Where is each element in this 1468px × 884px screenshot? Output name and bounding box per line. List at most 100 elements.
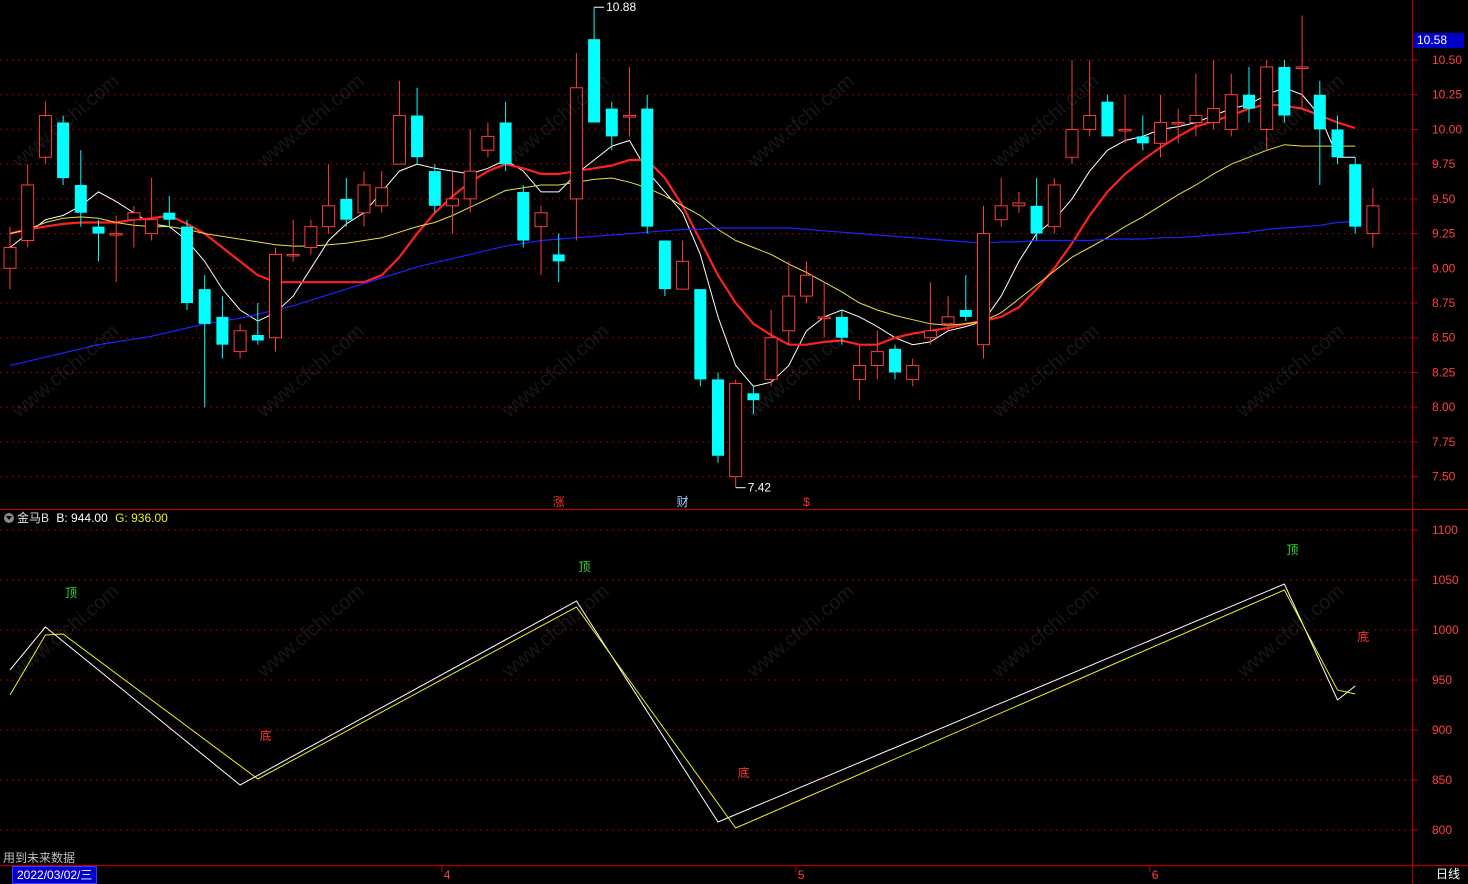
event-mark: 涨 [553, 494, 565, 509]
candle-body-down [251, 334, 264, 341]
candle [411, 87, 424, 165]
candle [269, 247, 282, 352]
candle-body-up [446, 198, 459, 207]
candle [163, 196, 176, 227]
candle-body-up [127, 212, 141, 221]
candle [428, 164, 441, 213]
ma-line-ma20 [9, 144, 1356, 326]
candle-body-up [764, 337, 778, 380]
candle [216, 296, 229, 359]
candle [1189, 73, 1203, 137]
candle-body-up [1260, 66, 1274, 130]
candle-body-down [1243, 94, 1255, 109]
candle-body-up [1012, 202, 1026, 207]
candle-body-down [1331, 129, 1344, 158]
indicator-line-g [9, 589, 1356, 829]
candle-body-up [392, 115, 406, 165]
candle [481, 122, 495, 158]
chart-canvas[interactable]: 10.50 10.25 10.00 9.75 9.50 9.25 9.00 8.75 8.50 8… [0, 0, 1468, 884]
candle [729, 379, 743, 488]
candle [446, 171, 459, 234]
candle-body-down [712, 379, 724, 456]
candle-body-up [304, 226, 318, 248]
candle [959, 275, 972, 322]
candle-body-up [676, 260, 690, 290]
price-tick-label: 9.75 [1432, 157, 1456, 171]
candle [923, 282, 937, 345]
candle-body-up [817, 316, 831, 319]
candle-body-up [1224, 94, 1238, 130]
future-data-note: 用到未来数据 [3, 851, 76, 865]
candle-body-down [411, 115, 424, 158]
candle [1366, 187, 1380, 248]
indicator-name: 金马B [17, 511, 50, 525]
candle [198, 275, 211, 408]
candle-body-up [800, 274, 813, 297]
candle-body-up [1047, 184, 1061, 228]
candle [21, 164, 35, 248]
candle [764, 309, 778, 387]
candle [127, 205, 141, 248]
top-signal: 顶 [65, 586, 77, 600]
candle [1154, 94, 1167, 158]
high-price-label: 10.88 [606, 0, 636, 14]
candle-body-up [1083, 115, 1097, 130]
candle-body-up [1065, 128, 1079, 158]
candle-body-down [198, 289, 211, 324]
candle [1047, 178, 1061, 234]
candle-body-up [977, 233, 990, 346]
candle [1136, 115, 1149, 151]
candle [3, 226, 17, 290]
candle [712, 372, 724, 463]
candle [1101, 94, 1114, 137]
candle-body-down [340, 198, 353, 220]
candle-body-up [623, 115, 636, 118]
price-tick-label: 10.00 [1432, 122, 1462, 136]
candle [889, 344, 901, 380]
candle [92, 219, 105, 262]
candle [74, 150, 87, 227]
candle-body-down [163, 212, 176, 220]
price-tick-label: 8.25 [1432, 365, 1456, 379]
candle [1030, 178, 1043, 241]
candle [181, 219, 193, 310]
candle [623, 66, 636, 137]
candle [994, 178, 1008, 227]
candle-body-up [145, 219, 159, 235]
g-value: 936.00 [131, 511, 168, 525]
ma-line-ma5 [9, 87, 1356, 387]
price-tick-label: 8.50 [1432, 331, 1456, 345]
indicator-tick-label: 950 [1432, 673, 1452, 687]
price-tick-label: 8.00 [1432, 400, 1456, 414]
top-signal: 顶 [578, 560, 590, 574]
price-tick-label: 8.75 [1432, 296, 1456, 310]
candle [304, 219, 318, 255]
period-label[interactable]: 日线 [1436, 866, 1460, 882]
candle-body-up [1189, 115, 1203, 123]
price-tick-label: 7.75 [1432, 435, 1456, 449]
candle [1349, 157, 1362, 234]
collapse-icon[interactable] [4, 513, 14, 523]
candle-body-down [694, 289, 707, 380]
candle-body-up [1118, 128, 1132, 132]
candle-body-up [269, 253, 282, 339]
candle [552, 233, 565, 283]
bottom-signal: 底 [260, 728, 272, 743]
bottom-signal: 底 [1357, 629, 1369, 644]
candle-body-up [109, 233, 123, 236]
time-axis-label: 6 [1152, 868, 1159, 882]
candle-body-up [286, 253, 300, 257]
candle-body-down [428, 171, 441, 206]
indicator-tick-label: 800 [1432, 823, 1452, 837]
candle-body-up [994, 205, 1008, 221]
event-mark: 财 [677, 495, 689, 509]
candle-body-up [782, 295, 796, 332]
candle [941, 296, 955, 331]
bottom-signal: 底 [738, 765, 750, 780]
candle-body-up [233, 330, 247, 353]
candle [1012, 191, 1026, 213]
candle-body-up [1366, 205, 1380, 235]
candle-body-down [641, 108, 654, 227]
candle-body-down [74, 184, 87, 213]
candle [357, 171, 371, 227]
